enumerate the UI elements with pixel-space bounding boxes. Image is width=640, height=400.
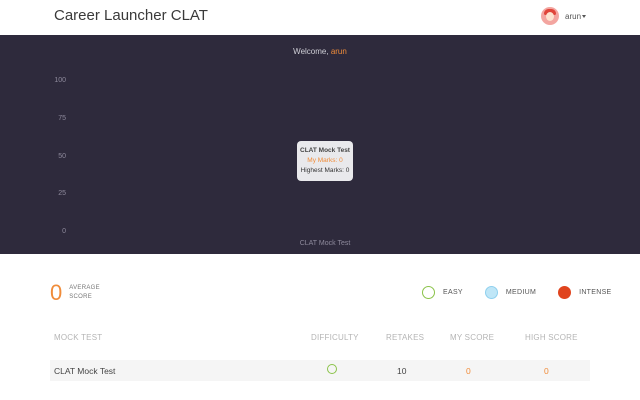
y-tick-label: 25 xyxy=(58,190,66,198)
legend-intense: INTENSE xyxy=(558,286,611,299)
welcome-user-name: arun xyxy=(330,47,347,56)
average-score-label: AVERAGE SCORE xyxy=(69,284,100,302)
row-retakes: 10 xyxy=(397,366,407,376)
user-menu[interactable]: arun xyxy=(541,7,587,25)
legend-medium-label: MEDIUM xyxy=(505,289,537,296)
difficulty-legend: EASY MEDIUM INTENSE xyxy=(422,286,612,299)
welcome-message: Welcome, arun xyxy=(0,47,640,56)
circle-icon xyxy=(484,286,498,299)
top-bar: Career Launcher CLAT arun xyxy=(0,0,640,35)
header-mock-test: MOCK TEST xyxy=(54,333,103,342)
row-mock-test-name[interactable]: CLAT Mock Test xyxy=(54,366,115,376)
table-header: MOCK TEST DIFFICULTY RETAKES MY SCORE HI… xyxy=(50,330,590,346)
avatar[interactable] xyxy=(541,7,559,25)
welcome-prefix: Welcome, xyxy=(293,47,331,56)
tooltip-title: CLAT Mock Test xyxy=(300,147,350,154)
difficulty-easy-icon xyxy=(327,364,337,374)
chevron-down-icon[interactable] xyxy=(582,15,587,18)
y-tick-label: 75 xyxy=(58,114,66,122)
legend-easy-label: EASY xyxy=(443,289,463,296)
table-row[interactable]: CLAT Mock Test 10 0 0 xyxy=(50,360,590,381)
circle-outline-icon xyxy=(422,286,435,299)
header-difficulty: DIFFICULTY xyxy=(311,333,359,342)
average-score-label-line2: SCORE xyxy=(69,294,93,300)
tooltip-my-marks: My Marks: 0 xyxy=(307,157,343,164)
row-high-score: 0 xyxy=(544,366,549,376)
circle-icon xyxy=(558,286,572,299)
average-score: 0 AVERAGE SCORE xyxy=(50,281,100,305)
y-tick-label: 50 xyxy=(58,152,66,160)
header-high-score: HIGH SCORE xyxy=(525,333,578,342)
average-score-label-line1: AVERAGE xyxy=(69,285,100,291)
user-name[interactable]: arun xyxy=(565,12,581,21)
header-my-score: MY SCORE xyxy=(450,333,495,342)
mock-test-table: MOCK TEST DIFFICULTY RETAKES MY SCORE HI… xyxy=(50,330,590,381)
legend-medium: MEDIUM xyxy=(484,286,537,299)
y-tick-label: 100 xyxy=(54,77,66,84)
app-title: Career Launcher CLAT xyxy=(54,7,208,24)
avatar-face xyxy=(546,12,554,21)
chart-tooltip: CLAT Mock Test My Marks: 0 Highest Marks… xyxy=(297,141,353,181)
y-tick-label: 0 xyxy=(62,228,66,235)
header-retakes: RETAKES xyxy=(386,333,425,342)
x-axis-label: CLAT Mock Test xyxy=(299,240,351,247)
legend-easy: EASY xyxy=(422,286,463,299)
tooltip-highest-marks: Highest Marks: 0 xyxy=(300,167,350,174)
average-score-value: 0 xyxy=(50,280,63,305)
chart-panel: Welcome, arun 100 75 50 25 0 CLAT Mock Test … xyxy=(0,35,640,254)
row-my-score: 0 xyxy=(466,366,471,376)
legend-intense-label: INTENSE xyxy=(579,289,612,296)
